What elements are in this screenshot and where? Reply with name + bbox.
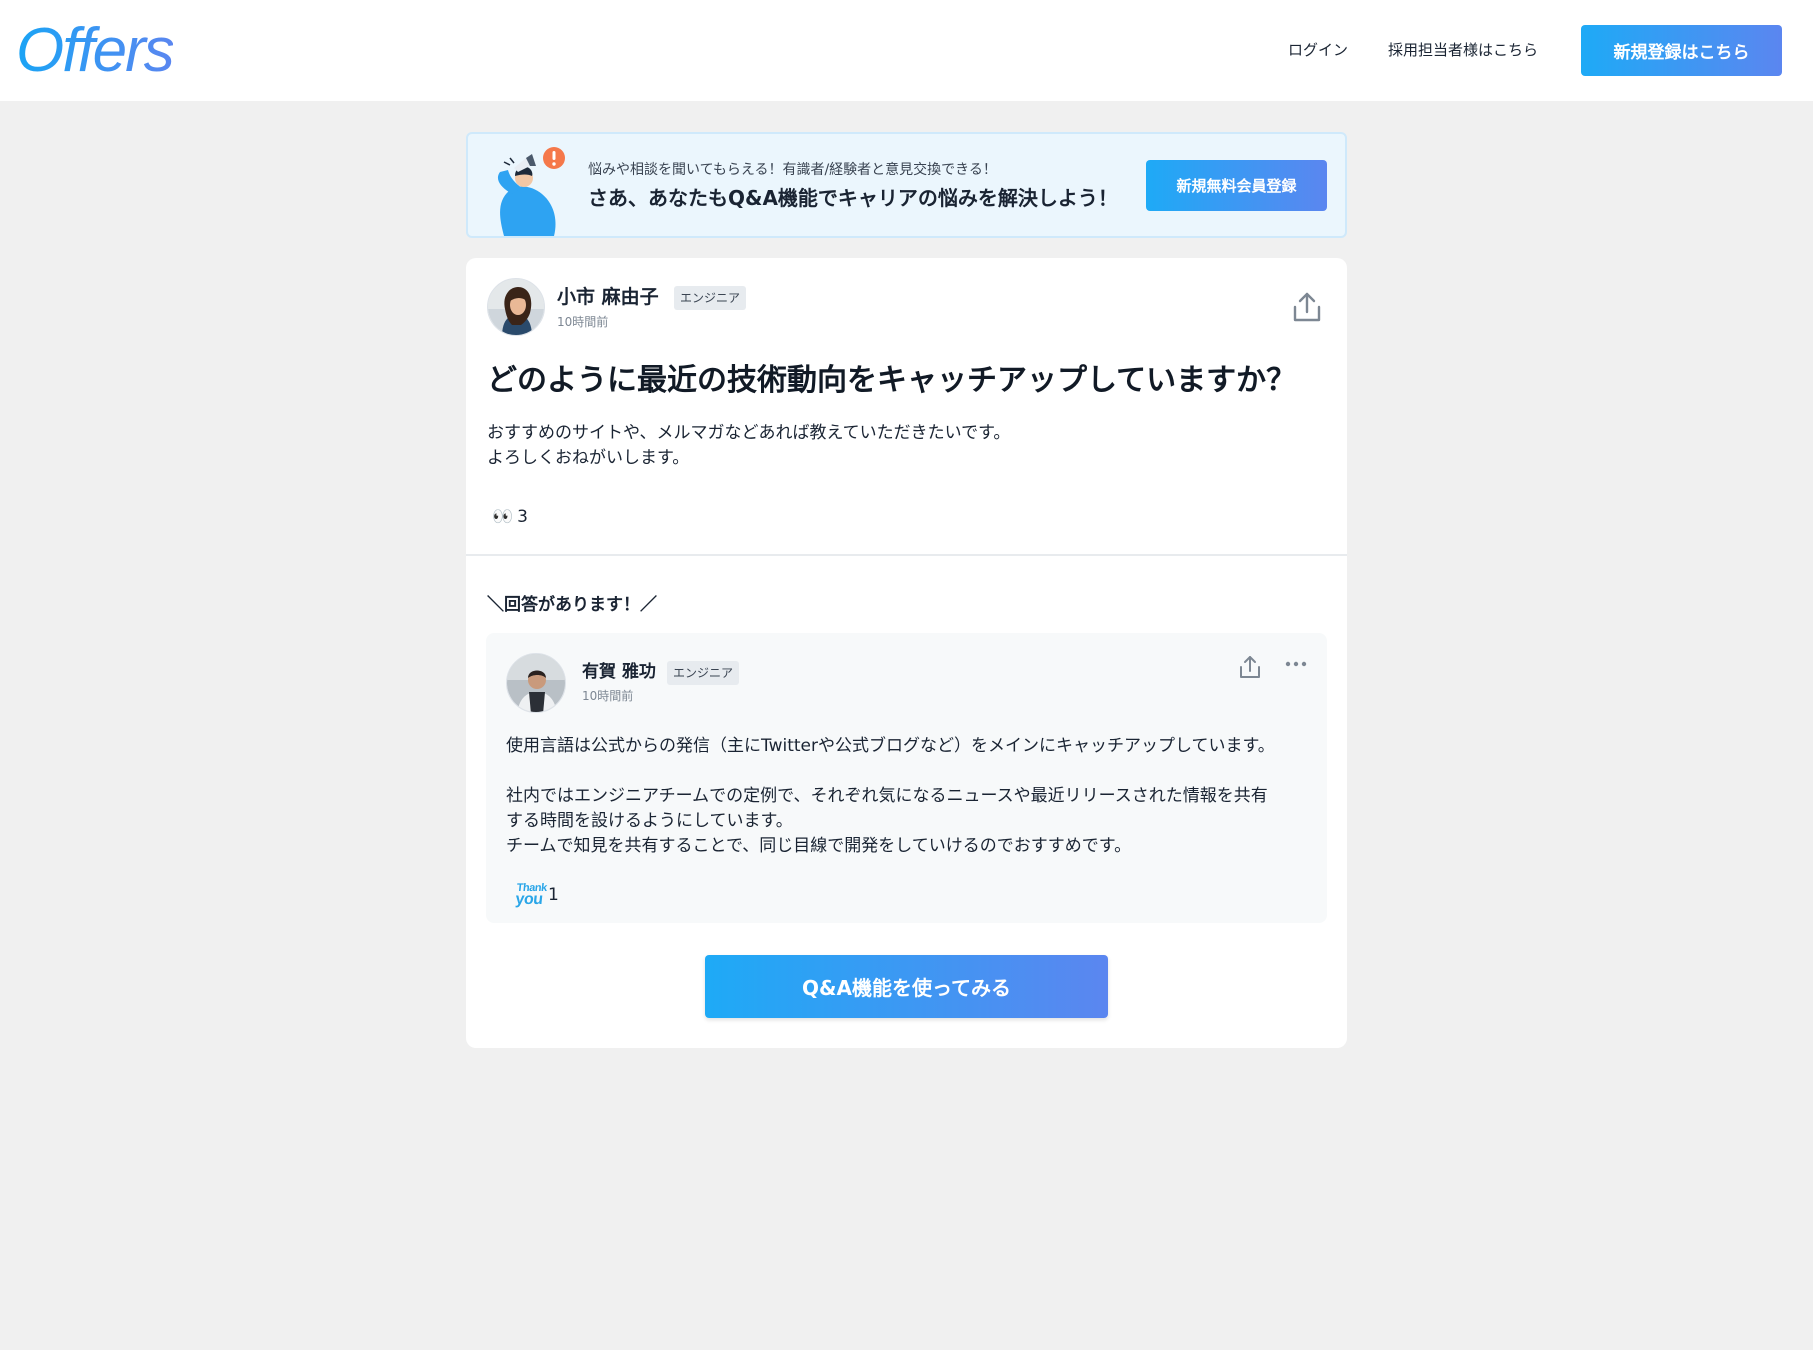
eyes-reaction[interactable]: 👀 3 — [492, 506, 528, 528]
answer-body-line: チームで知見を共有することで、同じ目線で開発をしていけるのでおすすめです。 — [506, 836, 1132, 856]
site-header: Offers ログイン 採用担当者様はこちら 新規登録はこちら — [0, 0, 1813, 101]
answer-body-line: 社内ではエンジニアチームでの定例で、それぞれ気になるニュースや最近リリースされた… — [506, 786, 1268, 806]
question-body-line: おすすめのサイトや、メルマガなどあれば教えていただきたいです。 — [487, 423, 1011, 443]
answer-timestamp: 10時間前 — [582, 689, 634, 703]
answer-author-avatar[interactable] — [506, 653, 566, 713]
banner-title: さあ、あなたもQ&A機能でキャリアの悩みを解決しよう！ — [588, 186, 1118, 210]
answer-body: 使用言語は公式からの発信（主にTwitterや公式ブログなど）をメインにキャッチ… — [506, 734, 1316, 859]
question-card: 小市 麻由子 エンジニア 10時間前 どのように最近の技術動向をキャッチアップし… — [466, 258, 1347, 1048]
answer-body-line: する時間を設けるようにしています。 — [506, 811, 793, 831]
answer-body-line: 使用言語は公式からの発信（主にTwitterや公式ブログなど）をメインにキャッチ… — [506, 736, 1275, 756]
share-icon[interactable] — [1290, 290, 1324, 324]
eyes-emoji: 👀 — [492, 507, 514, 527]
answer-author-name[interactable]: 有賀 雅功 — [582, 660, 656, 684]
promo-banner: 悩みや相談を聞いてもらえる！有識者/経験者と意見交換できる！ さあ、あなたもQ&… — [466, 132, 1347, 238]
question-author-avatar[interactable] — [487, 278, 545, 336]
banner-subtitle: 悩みや相談を聞いてもらえる！有識者/経験者と意見交換できる！ — [588, 162, 997, 178]
signup-button[interactable]: 新規登録はこちら — [1581, 25, 1782, 76]
question-body-line: よろしくおねがいします。 — [487, 448, 690, 468]
divider — [466, 554, 1347, 556]
answers-heading: ＼回答があります！／ — [487, 595, 657, 615]
eyes-reaction-count: 3 — [517, 507, 528, 527]
free-signup-button[interactable]: 新規無料会員登録 — [1146, 160, 1327, 211]
question-title: どのように最近の技術動向をキャッチアップしていますか？ — [487, 363, 1297, 398]
thank-you-reaction[interactable]: Thank you 1 — [514, 882, 559, 908]
login-link[interactable]: ログイン — [1288, 38, 1348, 62]
thank-you-sticker: Thank you — [514, 882, 548, 908]
answer-author-role-badge: エンジニア — [667, 661, 740, 685]
question-author-role-badge: エンジニア — [674, 286, 747, 310]
answer-card: 有賀 雅功 エンジニア 10時間前 使用言語は公式からの発信（主にTwitter… — [486, 633, 1327, 923]
thank-you-reaction-count: 1 — [548, 885, 559, 905]
question-body: おすすめのサイトや、メルマガなどあれば教えていただきたいです。 よろしくおねがい… — [487, 421, 1010, 471]
share-icon[interactable] — [1236, 653, 1264, 681]
question-timestamp: 10時間前 — [557, 315, 609, 329]
more-icon[interactable] — [1282, 653, 1310, 681]
megaphone-illustration — [497, 147, 565, 236]
offers-logo[interactable]: Offers — [16, 16, 175, 86]
recruiter-link[interactable]: 採用担当者様はこちら — [1388, 38, 1538, 62]
answer-body-line — [506, 759, 1316, 784]
question-author-name[interactable]: 小市 麻由子 — [557, 284, 659, 310]
try-qa-button[interactable]: Q&A機能を使ってみる — [705, 955, 1108, 1018]
thank-you-sticker-line2: you — [514, 891, 544, 908]
